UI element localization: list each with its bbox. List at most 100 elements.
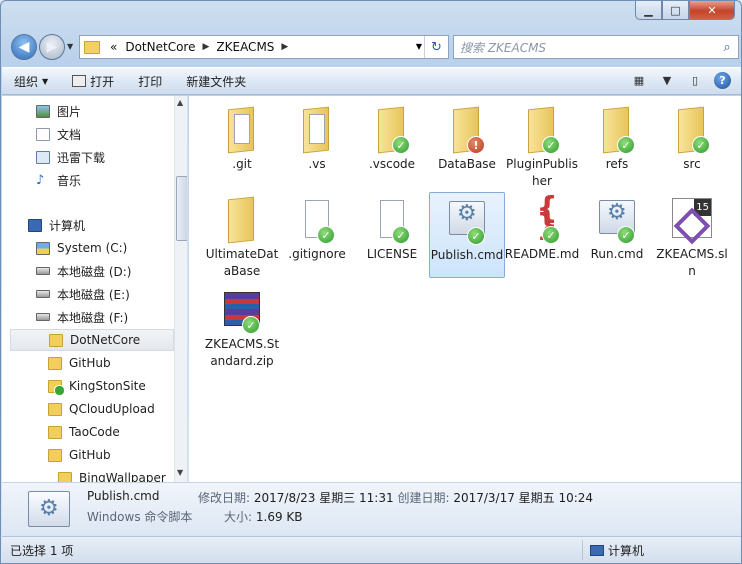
view-options-dropdown-icon[interactable]: ▼ (658, 73, 676, 89)
details-file-type: Windows 命令脚本 (87, 510, 193, 524)
folder-icon (48, 448, 62, 462)
change-view-icon[interactable]: ▦ (630, 73, 648, 89)
nav-item-qcloudupload[interactable]: QCloudUpload (48, 398, 187, 420)
address-dropdown-icon[interactable]: ▼ (416, 42, 422, 51)
file-item-vscode[interactable]: ✓ .vscode (354, 102, 430, 173)
sync-ok-icon: ✓ (242, 316, 260, 334)
file-name: .git (232, 157, 252, 171)
system-drive-icon (36, 241, 50, 255)
details-size: 大小: 1.69 KB (224, 508, 303, 525)
breadcrumb-dotnetcore[interactable]: DotNetCore (121, 40, 199, 54)
folder-icon (48, 402, 62, 416)
file-item-refs[interactable]: ✓ refs (579, 102, 655, 173)
folder-icon: ! (443, 106, 491, 154)
file-item-gitignore[interactable]: ✓ .gitignore (279, 192, 355, 263)
nav-item-drive-d[interactable]: 本地磁盘 (D:) (36, 260, 187, 282)
size-label: 大小: (224, 510, 253, 524)
search-input[interactable]: 搜索 ZKEACMS ⌕ (453, 35, 739, 59)
file-name: DataBase (438, 157, 496, 171)
scrollbar-thumb[interactable] (176, 176, 187, 241)
file-item-vs[interactable]: .vs (279, 102, 355, 173)
back-button[interactable]: ◀ (11, 34, 37, 60)
nav-item-label: DotNetCore (70, 333, 141, 347)
file-name: .vscode (368, 157, 416, 171)
size-value: 1.69 KB (255, 510, 303, 524)
nav-item-github-2[interactable]: GitHub (48, 444, 187, 466)
maximize-icon[interactable]: □ (662, 1, 689, 20)
folder-icon: ✓ (518, 106, 566, 154)
scroll-up-icon[interactable]: ▲ (177, 98, 183, 107)
sync-conflict-icon: ! (467, 136, 485, 154)
breadcrumb-zkeacms[interactable]: ZKEACMS (212, 40, 278, 54)
navigation-row: ◀ ▶ ▼ « DotNetCore ▶ ZKEACMS ▶ ▼ ↻ 搜索 ZK… (9, 32, 739, 62)
scroll-down-icon[interactable]: ▼ (177, 468, 183, 477)
breadcrumb-overflow[interactable]: « (106, 40, 121, 54)
created-value: 2017/3/17 星期五 10:24 (453, 491, 594, 505)
documents-icon (36, 127, 50, 141)
folder-icon: ✓ (368, 106, 416, 154)
file-name: UltimateDataBase (205, 247, 279, 278)
refresh-icon[interactable]: ↻ (424, 36, 448, 58)
folder-icon (84, 40, 100, 54)
music-icon: ♪ (36, 172, 45, 188)
sync-ok-icon: ✓ (542, 136, 560, 154)
file-item-database[interactable]: ! DataBase (429, 102, 505, 173)
file-item-git[interactable]: .git (204, 102, 280, 173)
file-item-run-cmd[interactable]: ✓ Run.cmd (579, 192, 655, 263)
file-item-license[interactable]: ✓ LICENSE (354, 192, 430, 263)
nav-scrollbar[interactable]: ▲ ▼ (174, 96, 187, 482)
nav-item-taocode[interactable]: TaoCode (48, 421, 187, 443)
nav-item-computer[interactable]: 计算机 (28, 214, 187, 236)
close-icon[interactable]: ✕ (689, 1, 735, 20)
nav-item-music[interactable]: ♪ 音乐 (36, 169, 187, 191)
nav-item-label: 本地磁盘 (E:) (57, 287, 130, 302)
file-name: Run.cmd (590, 247, 644, 261)
forward-button[interactable]: ▶ (39, 34, 65, 60)
file-item-readme[interactable]: { } ✓ README.md (504, 192, 580, 263)
nav-item-github[interactable]: GitHub (48, 352, 187, 374)
open-button[interactable]: 打开 (60, 73, 126, 90)
nav-item-downloads[interactable]: 迅雷下载 (36, 146, 187, 168)
file-item-ultimatedatabase[interactable]: UltimateDataBase (204, 192, 280, 280)
sync-ok-icon: ✓ (392, 136, 410, 154)
nav-item-pictures[interactable]: 图片 (36, 100, 187, 122)
file-item-publish-cmd[interactable]: ✓ Publish.cmd (429, 192, 505, 278)
file-name: src (683, 157, 701, 171)
navigation-pane[interactable]: 图片 文档 迅雷下载 ♪ 音乐 计算机 System (C:) 本地磁盘 (D:)… (2, 96, 188, 482)
address-bar[interactable]: « DotNetCore ▶ ZKEACMS ▶ ▼ ↻ (79, 35, 449, 59)
print-button[interactable]: 打印 (126, 73, 174, 90)
nav-item-bingwallpaper[interactable]: BingWallpaper (58, 467, 187, 482)
nav-item-drive-f[interactable]: 本地磁盘 (F:) (36, 306, 187, 328)
nav-item-label: 本地磁盘 (F:) (57, 310, 129, 325)
nav-item-documents[interactable]: 文档 (36, 123, 187, 145)
preview-pane-icon[interactable]: ▯ (686, 73, 704, 89)
chevron-right-icon[interactable]: ▶ (278, 42, 291, 52)
file-item-pluginpublisher[interactable]: ✓ PluginPublisher (504, 102, 580, 190)
nav-item-drive-c[interactable]: System (C:) (36, 237, 187, 259)
new-folder-button[interactable]: 新建文件夹 (174, 73, 258, 90)
file-list[interactable]: .git .vs ✓ .vscode ! DataBase ✓ PluginPubli… (189, 96, 741, 482)
chevron-right-icon[interactable]: ▶ (199, 42, 212, 52)
organize-button[interactable]: 组织 ▼ (2, 73, 60, 90)
nav-item-drive-e[interactable]: 本地磁盘 (E:) (36, 283, 187, 305)
file-item-standard-zip[interactable]: ✓ ZKEACMS.Standard.zip (204, 282, 280, 370)
open-label: 打开 (90, 74, 115, 89)
nav-item-dotnetcore[interactable]: DotNetCore (10, 329, 174, 351)
file-icon: ✓ (368, 196, 416, 244)
download-icon (36, 150, 50, 164)
file-item-zkeacms-sln[interactable]: ZKEACMS.sln (654, 192, 730, 280)
recent-pages-dropdown[interactable]: ▼ (67, 42, 73, 51)
folder-icon (218, 196, 266, 244)
status-bar: 已选择 1 项 计算机 (2, 536, 741, 563)
sync-ok-icon: ✓ (617, 226, 635, 244)
cmd-icon: ✓ (593, 196, 641, 244)
help-icon[interactable]: ? (714, 72, 731, 89)
caption-buttons: ▁ □ ✕ (635, 1, 735, 20)
minimize-icon[interactable]: ▁ (635, 1, 662, 20)
nav-item-kingstonsite[interactable]: KingStonSite (48, 375, 187, 397)
nav-item-label: QCloudUpload (69, 402, 155, 416)
search-icon[interactable]: ⌕ (716, 40, 738, 55)
visual-studio-icon (668, 196, 716, 244)
status-location-label: 计算机 (608, 544, 645, 558)
file-item-src[interactable]: ✓ src (654, 102, 730, 173)
